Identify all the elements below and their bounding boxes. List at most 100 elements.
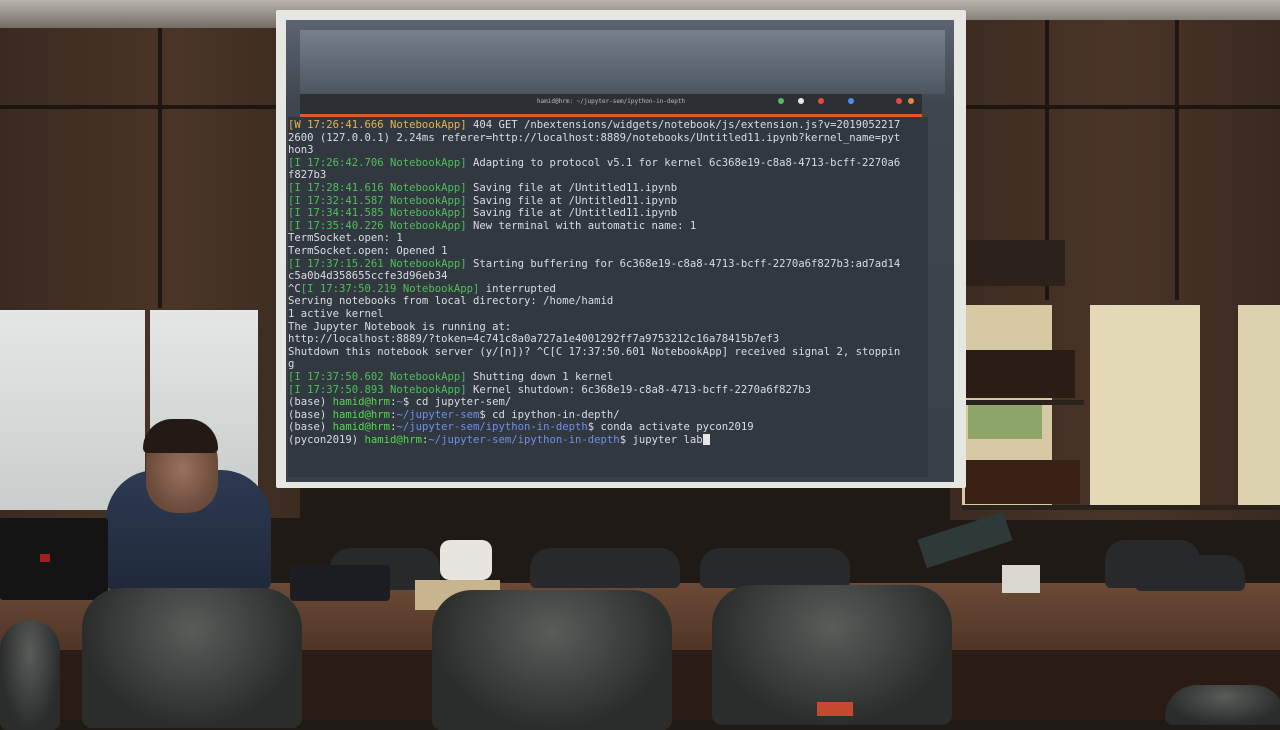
terminal-text: (pycon2019): [288, 434, 365, 446]
terminal-line: [W 17:26:41.666 NotebookApp] 404 GET /nb…: [288, 119, 900, 131]
terminal-text: Shutting down 1 kernel: [466, 371, 614, 383]
terminal-text: 2600 (127.0.0.1) 2.24ms referer=http://l…: [288, 131, 901, 144]
terminal-line: The Jupyter Notebook is running at:: [288, 321, 511, 333]
terminal-line: ^C[I 17:37:50.219 NotebookApp] interrupt…: [288, 283, 556, 295]
chair: [1165, 685, 1280, 725]
books: [960, 240, 1065, 286]
terminal-line: [I 17:35:40.226 NotebookApp] New termina…: [288, 220, 696, 232]
wall-divider: [1175, 20, 1179, 300]
terminal-text: hon3: [288, 144, 314, 157]
books: [965, 460, 1080, 504]
terminal-text: [I 17:34:41.585 NotebookApp]: [288, 207, 467, 220]
terminal-line: [I 17:28:41.616 NotebookApp] Saving file…: [288, 182, 677, 194]
terminal-text: (base): [288, 421, 333, 434]
terminal-text: ~/jupyter-sem: [396, 408, 480, 421]
terminal-line: [I 17:37:50.893 NotebookApp] Kernel shut…: [288, 384, 811, 396]
terminal-text: hamid@hrm: [332, 421, 391, 434]
laptop: [0, 518, 108, 600]
laptop-logo-icon: [40, 554, 50, 562]
terminal-text: $ conda activate pycon2019: [587, 421, 754, 434]
green-poster: [968, 405, 1042, 439]
terminal-line: http://localhost:8889/?token=4c741c8a0a7…: [288, 333, 779, 345]
paper: [1002, 565, 1040, 593]
terminal-text: $ jupyter lab: [619, 434, 703, 446]
terminal-text: [I 17:37:15.261 NotebookApp]: [288, 257, 467, 270]
terminal-text: [I 17:32:41.587 NotebookApp]: [288, 194, 467, 207]
terminal-text: 1 active kernel: [288, 308, 384, 320]
chair: [0, 620, 60, 730]
terminal-text: TermSocket.open: Opened 1: [288, 245, 448, 257]
terminal-text: 404 GET /nbextensions/widgets/notebook/j…: [466, 119, 901, 131]
terminal-text: g: [288, 358, 295, 371]
bag: [290, 565, 390, 601]
terminal-line: Shutdown this notebook server (y/[n])? ^…: [288, 346, 900, 358]
terminal-text: c5a0b4d358655ccfe3d96eb34: [288, 270, 448, 283]
terminal-line: [I 17:26:42.706 NotebookApp] Adapting to…: [288, 157, 900, 169]
terminal-text: (base): [288, 408, 333, 421]
terminal-output[interactable]: [W 17:26:41.666 NotebookApp] 404 GET /nb…: [288, 117, 928, 477]
terminal-text: ~/jupyter-sem/ipython-in-depth: [396, 421, 588, 434]
shelf-board: [962, 505, 1280, 510]
terminal-line: Serving notebooks from local directory: …: [288, 295, 613, 307]
terminal-line: [I 17:37:15.261 NotebookApp] Starting bu…: [288, 258, 900, 270]
chair: [432, 590, 672, 730]
terminal-text: New terminal with automatic name: 1: [466, 219, 697, 232]
projected-desktop-area: [300, 30, 945, 94]
terminal-text: Starting buffering for 6c368e19-c8a8-471…: [466, 257, 901, 270]
terminal-text: ^C: [288, 282, 301, 295]
terminal-text: Kernel shutdown: 6c368e19-c8a8-4713-bcff…: [466, 383, 812, 396]
chair: [530, 548, 680, 588]
wall-divider: [0, 105, 300, 109]
terminal-line: TermSocket.open: Opened 1: [288, 245, 447, 257]
terminal-text: The Jupyter Notebook is running at:: [288, 320, 512, 333]
terminal-text: [I 17:37:50.219 NotebookApp]: [300, 282, 480, 295]
chair: [82, 588, 302, 728]
terminal-titlebar: hamid@hrm: ~/jupyter-sem/ipython-in-dept…: [300, 94, 922, 117]
terminal-text: Adapting to protocol v5.1 for kernel 6c3…: [466, 156, 901, 169]
terminal-text: [W 17:26:41.666 NotebookApp]: [288, 119, 467, 131]
terminal-text: Saving file at /Untitled11.ipynb: [466, 207, 678, 220]
terminal-line: 1 active kernel: [288, 308, 384, 320]
chair-tag: [817, 702, 853, 716]
terminal-line: g: [288, 358, 294, 370]
terminal-text: hamid@hrm: [364, 434, 422, 446]
terminal-text: hamid@hrm: [332, 408, 391, 421]
terminal-text: hamid@hrm: [332, 396, 391, 409]
terminal-text: interrupted: [479, 282, 556, 295]
terminal-text: $ cd ipython-in-depth/: [479, 408, 620, 421]
terminal-line: (base) hamid@hrm:~/jupyter-sem/ipython-i…: [288, 421, 754, 433]
terminal-text: Saving file at /Untitled11.ipynb: [466, 194, 678, 207]
terminal-text: [I 17:35:40.226 NotebookApp]: [288, 219, 467, 232]
terminal-text: Shutdown this notebook server (y/[n])? ^…: [288, 345, 901, 358]
terminal-line: (pycon2019) hamid@hrm:~/jupyter-sem/ipyt…: [288, 434, 710, 446]
books: [965, 350, 1075, 398]
terminal-text: Saving file at /Untitled11.ipynb: [466, 182, 678, 194]
terminal-line: [I 17:34:41.585 NotebookApp] Saving file…: [288, 207, 677, 219]
terminal-text: [I 17:26:42.706 NotebookApp]: [288, 156, 467, 169]
wall-divider: [950, 105, 1280, 109]
tissue: [440, 540, 492, 580]
terminal-text: [I 17:28:41.616 NotebookApp]: [288, 182, 467, 194]
terminal-line: c5a0b4d358655ccfe3d96eb34: [288, 270, 447, 282]
window-left: [0, 310, 145, 510]
terminal-text: TermSocket.open: 1: [288, 232, 403, 245]
terminal-line: 2600 (127.0.0.1) 2.24ms referer=http://l…: [288, 132, 900, 144]
bookshelf: [1090, 305, 1200, 510]
terminal-text: [I 17:37:50.602 NotebookApp]: [288, 371, 467, 383]
terminal-window-title: hamid@hrm: ~/jupyter-sem/ipython-in-dept…: [536, 98, 686, 105]
wall-divider: [158, 28, 162, 308]
chair: [1135, 555, 1245, 591]
terminal-text: (base): [288, 396, 333, 409]
terminal-text: f827b3: [288, 169, 327, 182]
terminal-line: (base) hamid@hrm:~/jupyter-sem$ cd ipyth…: [288, 409, 620, 421]
terminal-line: TermSocket.open: 1: [288, 232, 403, 244]
terminal-line: [I 17:37:50.602 NotebookApp] Shutting do…: [288, 371, 613, 383]
chair: [700, 548, 850, 588]
terminal-cursor: [702, 434, 710, 445]
bookshelf: [1238, 305, 1280, 510]
terminal-line: [I 17:32:41.587 NotebookApp] Saving file…: [288, 195, 677, 207]
terminal-line: (base) hamid@hrm:~$ cd jupyter-sem/: [288, 396, 511, 408]
terminal-line: f827b3: [288, 169, 326, 181]
terminal-text: http://localhost:8889/?token=4c741c8a0a7…: [288, 333, 780, 346]
terminal-text: [I 17:37:50.893 NotebookApp]: [288, 383, 467, 396]
